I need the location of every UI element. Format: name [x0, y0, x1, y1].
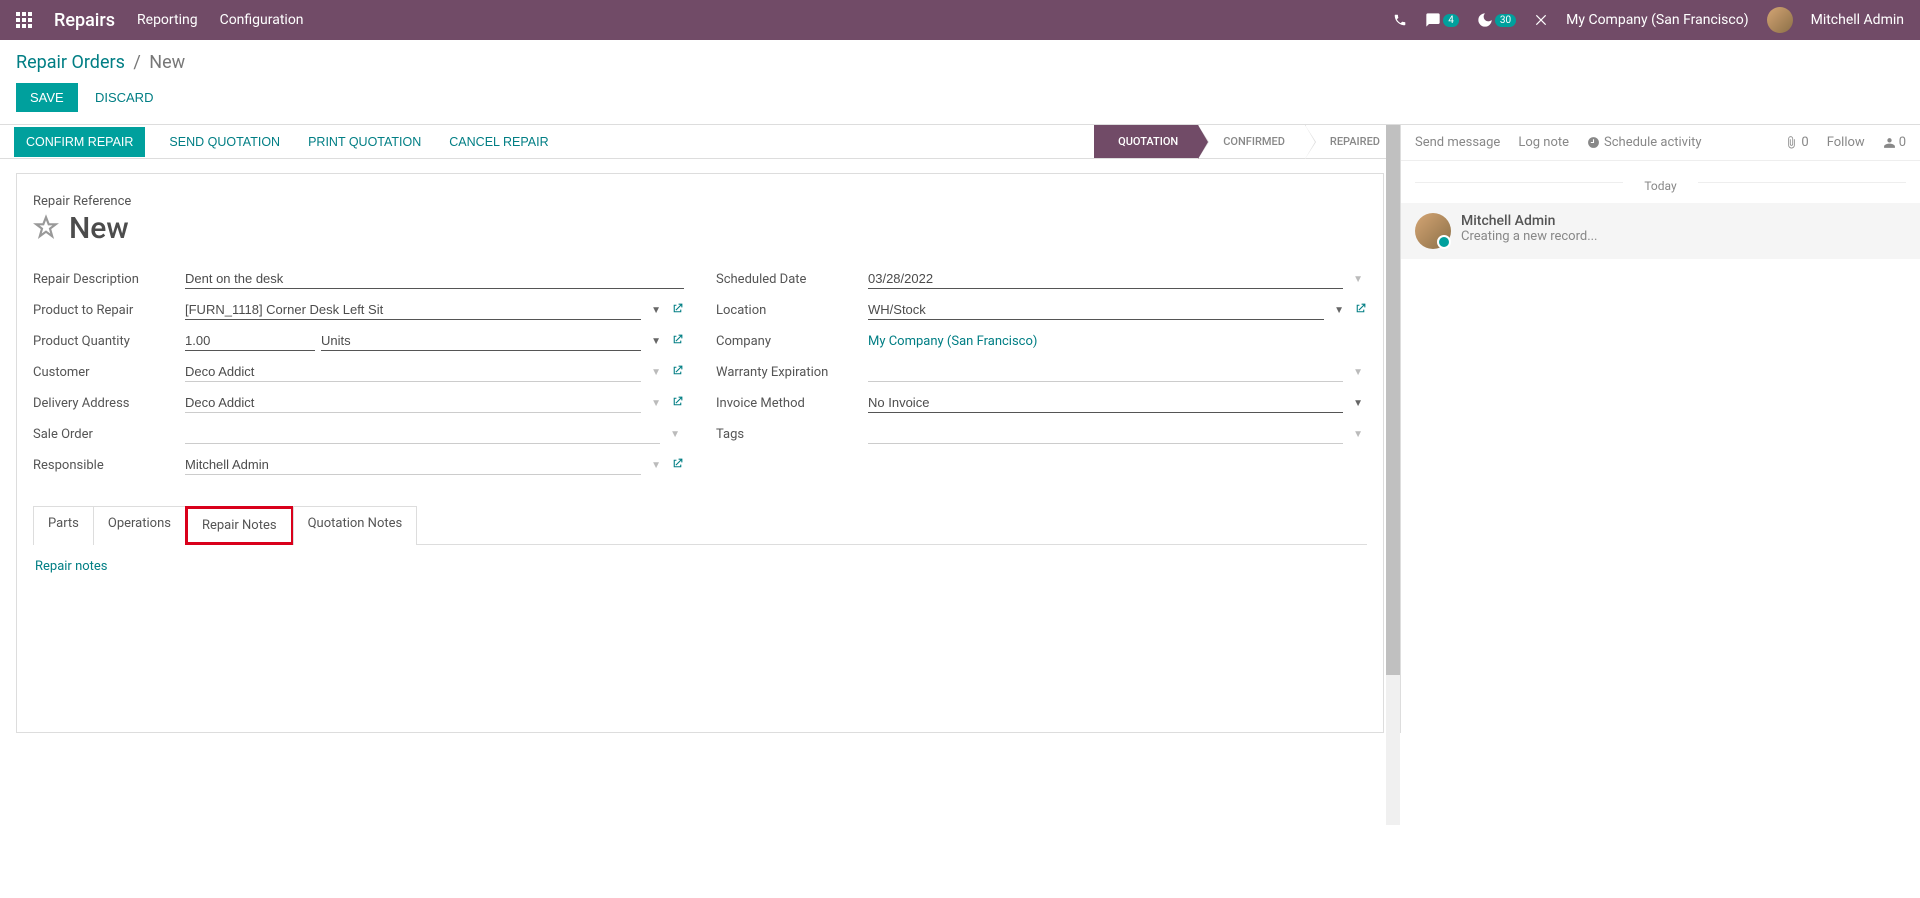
- product-quantity-input[interactable]: [185, 331, 315, 351]
- invoice-method-label: Invoice Method: [716, 396, 868, 411]
- product-quantity-label: Product Quantity: [33, 334, 185, 349]
- chevron-down-icon[interactable]: ▼: [1349, 429, 1367, 440]
- repair-notes-content[interactable]: Repair notes: [33, 545, 1367, 588]
- delivery-address-label: Delivery Address: [33, 396, 185, 411]
- responsible-label: Responsible: [33, 458, 185, 473]
- close-icon[interactable]: [1534, 13, 1548, 27]
- tab-repair-notes[interactable]: Repair Notes: [185, 506, 294, 545]
- message-author: Mitchell Admin: [1461, 213, 1598, 229]
- customer-input[interactable]: [185, 362, 641, 382]
- follow-link[interactable]: Follow: [1827, 135, 1865, 150]
- location-input[interactable]: [868, 300, 1324, 320]
- tabs: Parts Operations Repair Notes Quotation …: [33, 505, 1367, 545]
- message-avatar: [1415, 213, 1451, 249]
- sale-order-label: Sale Order: [33, 427, 185, 442]
- nav-configuration[interactable]: Configuration: [220, 12, 304, 28]
- company-label: Company: [716, 334, 868, 349]
- external-link-icon[interactable]: [671, 333, 684, 350]
- company-value[interactable]: My Company (San Francisco): [868, 334, 1037, 349]
- tab-operations[interactable]: Operations: [93, 506, 186, 545]
- breadcrumb-sep: /: [133, 52, 140, 73]
- product-quantity-unit-input[interactable]: [321, 331, 641, 351]
- app-title[interactable]: Repairs: [54, 10, 115, 31]
- discard-button[interactable]: DISCARD: [81, 83, 168, 112]
- clock-icon: [1587, 136, 1600, 149]
- repair-reference-value: New: [69, 211, 129, 246]
- scrollbar[interactable]: [1386, 125, 1400, 825]
- schedule-activity-link[interactable]: Schedule activity: [1587, 135, 1702, 150]
- scheduled-date-label: Scheduled Date: [716, 272, 868, 287]
- confirm-repair-button[interactable]: CONFIRM REPAIR: [14, 127, 145, 157]
- cancel-repair-button[interactable]: CANCEL REPAIR: [445, 127, 552, 157]
- chevron-down-icon[interactable]: ▼: [647, 305, 665, 316]
- print-quotation-button[interactable]: PRINT QUOTATION: [304, 127, 425, 157]
- company-selector[interactable]: My Company (San Francisco): [1566, 12, 1748, 28]
- repair-description-input[interactable]: [185, 269, 684, 289]
- external-link-icon[interactable]: [671, 457, 684, 474]
- tab-quotation-notes[interactable]: Quotation Notes: [293, 506, 418, 545]
- user-avatar[interactable]: [1767, 7, 1793, 33]
- chatter-today-separator: Today: [1401, 161, 1920, 203]
- tags-input[interactable]: [868, 424, 1343, 444]
- chevron-down-icon[interactable]: ▼: [1349, 367, 1367, 378]
- warranty-expiration-input[interactable]: [868, 362, 1343, 382]
- messaging-badge: 4: [1443, 14, 1459, 27]
- tab-parts[interactable]: Parts: [33, 506, 94, 545]
- customer-label: Customer: [33, 365, 185, 380]
- nav-reporting[interactable]: Reporting: [137, 12, 198, 28]
- location-label: Location: [716, 303, 868, 318]
- external-link-icon[interactable]: [1354, 302, 1367, 319]
- external-link-icon[interactable]: [671, 395, 684, 412]
- activities-icon[interactable]: 30: [1477, 12, 1516, 28]
- send-message-link[interactable]: Send message: [1415, 135, 1500, 150]
- user-name[interactable]: Mitchell Admin: [1811, 12, 1904, 28]
- status-confirmed[interactable]: CONFIRMED: [1198, 125, 1305, 158]
- person-icon: [1883, 136, 1896, 149]
- sale-order-input[interactable]: [185, 424, 660, 444]
- messaging-icon[interactable]: 4: [1425, 12, 1459, 28]
- breadcrumb: Repair Orders / New: [0, 40, 1920, 79]
- chevron-down-icon[interactable]: ▼: [647, 398, 665, 409]
- product-to-repair-label: Product to Repair: [33, 303, 185, 318]
- tags-label: Tags: [716, 427, 868, 442]
- message-text: Creating a new record...: [1461, 229, 1598, 244]
- delivery-address-input[interactable]: [185, 393, 641, 413]
- scheduled-date-input[interactable]: [868, 269, 1343, 289]
- log-note-link[interactable]: Log note: [1518, 135, 1569, 150]
- phone-icon[interactable]: [1393, 13, 1407, 27]
- breadcrumb-current: New: [149, 52, 185, 73]
- save-button[interactable]: SAVE: [16, 83, 78, 112]
- follower-count[interactable]: 0: [1883, 135, 1906, 150]
- chevron-down-icon[interactable]: ▼: [1349, 398, 1367, 409]
- repair-notes-placeholder: Repair notes: [35, 559, 108, 574]
- external-link-icon[interactable]: [671, 302, 684, 319]
- chatter-panel: Send message Log note Schedule activity …: [1400, 125, 1920, 733]
- top-navbar: Repairs Reporting Configuration 4 30 My …: [0, 0, 1920, 40]
- breadcrumb-root[interactable]: Repair Orders: [16, 52, 125, 73]
- chevron-down-icon[interactable]: ▼: [647, 367, 665, 378]
- priority-star-icon[interactable]: [33, 214, 59, 244]
- status-quotation[interactable]: QUOTATION: [1094, 125, 1198, 158]
- activities-badge: 30: [1495, 14, 1516, 27]
- status-bar: CONFIRM REPAIR SEND QUOTATION PRINT QUOT…: [0, 125, 1400, 159]
- chatter-message: Mitchell Admin Creating a new record...: [1401, 203, 1920, 259]
- chevron-down-icon[interactable]: ▼: [1349, 274, 1367, 285]
- repair-description-label: Repair Description: [33, 272, 185, 287]
- invoice-method-input[interactable]: [868, 393, 1343, 413]
- chevron-down-icon[interactable]: ▼: [1330, 305, 1348, 316]
- apps-icon[interactable]: [16, 12, 32, 28]
- attachment-count[interactable]: 0: [1785, 135, 1808, 150]
- attachment-icon: [1785, 136, 1798, 149]
- action-bar: SAVE DISCARD: [0, 79, 1920, 124]
- responsible-input[interactable]: [185, 455, 641, 475]
- repair-reference-label: Repair Reference: [33, 194, 1367, 209]
- chevron-down-icon[interactable]: ▼: [647, 336, 665, 347]
- chevron-down-icon[interactable]: ▼: [666, 429, 684, 440]
- product-to-repair-input[interactable]: [185, 300, 641, 320]
- external-link-icon[interactable]: [671, 364, 684, 381]
- chevron-down-icon[interactable]: ▼: [647, 460, 665, 471]
- send-quotation-button[interactable]: SEND QUOTATION: [165, 127, 284, 157]
- warranty-expiration-label: Warranty Expiration: [716, 365, 868, 380]
